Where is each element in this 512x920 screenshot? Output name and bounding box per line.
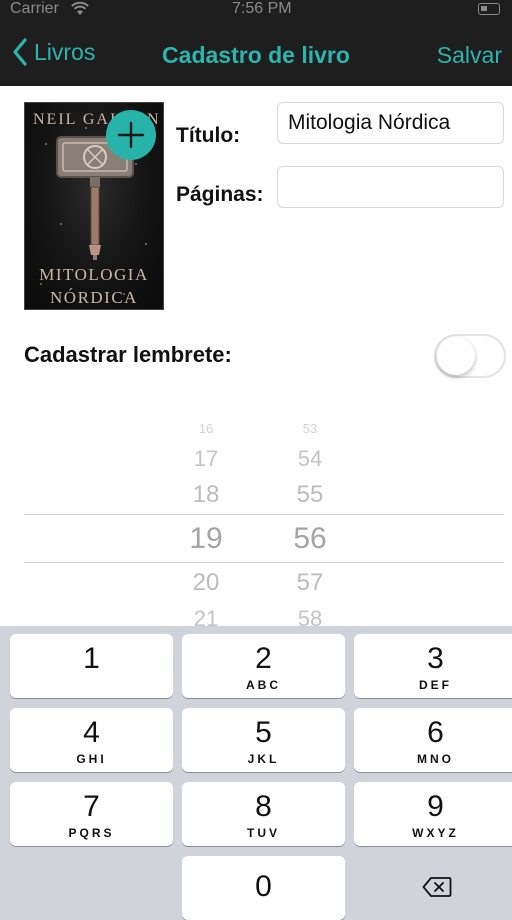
cover-title-line-2: NÓRDICA bbox=[50, 288, 138, 307]
wifi-icon bbox=[71, 1, 89, 15]
key-8[interactable]: 8 TUV bbox=[182, 782, 345, 846]
key-digit: 1 bbox=[83, 642, 100, 675]
picker-selection-bottom-line bbox=[24, 562, 504, 563]
save-button[interactable]: Salvar bbox=[437, 42, 502, 69]
key-digit: 4 bbox=[83, 716, 100, 749]
reminder-toggle[interactable] bbox=[434, 334, 506, 378]
carrier-label: Carrier bbox=[10, 0, 59, 17]
minute-option: 57 bbox=[296, 569, 324, 596]
plus-icon bbox=[117, 121, 145, 149]
reminder-label: Cadastrar lembrete: bbox=[24, 342, 232, 367]
key-letters: TUV bbox=[247, 826, 280, 840]
hour-column[interactable]: 16 17 18 19 20 21 bbox=[166, 410, 246, 631]
key-6[interactable]: 6 MNO bbox=[354, 708, 512, 772]
hour-option: 18 bbox=[192, 481, 220, 508]
book-registration-screen: Carrier 7:56 PM Livros Cadastro de livro… bbox=[0, 0, 512, 920]
cover-title: MITOLOGIA NÓRDICA bbox=[25, 263, 163, 309]
key-0[interactable]: 0 bbox=[182, 856, 345, 920]
status-bar: Carrier 7:56 PM bbox=[0, 0, 512, 22]
battery-icon bbox=[478, 3, 500, 15]
pages-label: Páginas: bbox=[176, 183, 264, 206]
hour-selected: 19 bbox=[189, 522, 223, 555]
key-digit: 5 bbox=[255, 716, 272, 749]
title-label: Título: bbox=[176, 124, 241, 147]
key-digit: 6 bbox=[427, 716, 444, 749]
key-letters: DEF bbox=[419, 678, 452, 692]
hour-option: 17 bbox=[193, 446, 219, 471]
minute-option: 55 bbox=[296, 481, 324, 508]
key-digit: 0 bbox=[255, 870, 272, 903]
pages-input[interactable] bbox=[277, 166, 504, 208]
delete-key[interactable] bbox=[354, 856, 512, 920]
key-digit: 8 bbox=[255, 790, 272, 823]
hour-option: 20 bbox=[192, 569, 220, 596]
key-1[interactable]: 1 bbox=[10, 634, 173, 698]
key-digit: 2 bbox=[255, 642, 272, 675]
navigation-bar: Livros Cadastro de livro Salvar bbox=[0, 22, 512, 86]
key-4[interactable]: 4 GHI bbox=[10, 708, 173, 772]
toggle-knob bbox=[437, 337, 475, 375]
key-digit: 7 bbox=[83, 790, 100, 823]
page-title: Cadastro de livro bbox=[162, 42, 350, 68]
key-7[interactable]: 7 PQRS bbox=[10, 782, 173, 846]
time-picker[interactable]: 16 17 18 19 20 21 53 54 55 56 57 58 bbox=[24, 410, 504, 631]
minute-column[interactable]: 53 54 55 56 57 58 bbox=[270, 410, 350, 631]
picker-selection-top-line bbox=[24, 514, 504, 515]
title-input[interactable] bbox=[277, 102, 504, 144]
key-letters: GHI bbox=[76, 752, 107, 766]
numeric-keypad: 1 2 ABC 3 DEF 4 GHI 5 JKL 6 MNO 7 PQRS 8… bbox=[0, 626, 512, 920]
clock: 7:56 PM bbox=[232, 0, 292, 17]
key-3[interactable]: 3 DEF bbox=[354, 634, 512, 698]
hour-option: 16 bbox=[198, 421, 214, 436]
key-digit: 9 bbox=[427, 790, 444, 823]
minute-option: 54 bbox=[297, 446, 323, 471]
key-letters: WXYZ bbox=[412, 826, 459, 840]
key-letters: PQRS bbox=[68, 826, 115, 840]
key-letters: JKL bbox=[247, 752, 280, 766]
cover-title-line-1: MITOLOGIA bbox=[39, 265, 149, 284]
key-2[interactable]: 2 ABC bbox=[182, 634, 345, 698]
key-letters: ABC bbox=[246, 678, 281, 692]
key-9[interactable]: 9 WXYZ bbox=[354, 782, 512, 846]
key-letters: MNO bbox=[417, 752, 454, 766]
backspace-icon bbox=[422, 877, 452, 897]
minute-selected: 56 bbox=[293, 522, 327, 555]
key-5[interactable]: 5 JKL bbox=[182, 708, 345, 772]
key-digit: 3 bbox=[427, 642, 444, 675]
minute-option: 53 bbox=[302, 421, 318, 436]
add-cover-button[interactable] bbox=[106, 110, 156, 160]
